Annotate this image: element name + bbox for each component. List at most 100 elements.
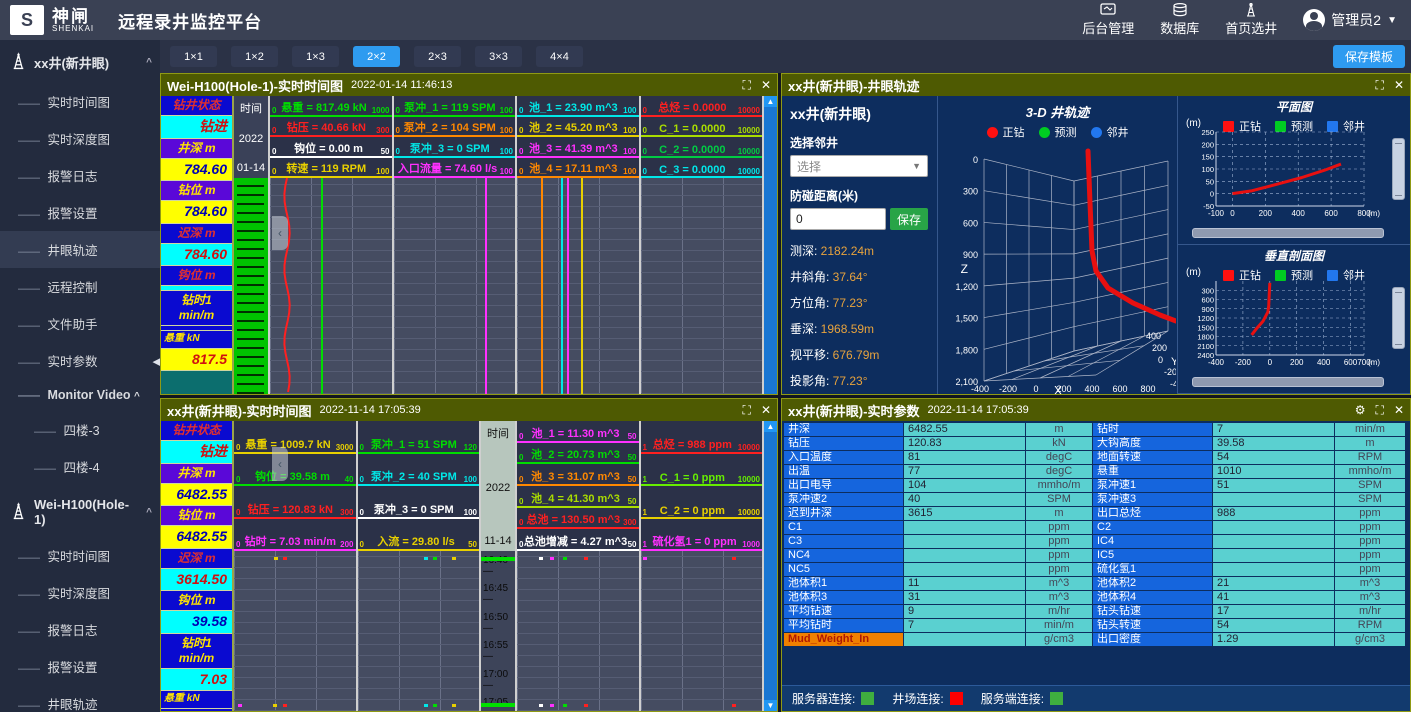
trajectory-info-row: 投影角: 77.23° <box>790 372 929 389</box>
plan-horizontal-scrollbar[interactable] <box>1192 228 1384 238</box>
neighbor-well-select-value: 选择 <box>797 158 821 175</box>
sidebar-item-远程控制[interactable]: —— 远程控制 <box>0 268 160 305</box>
close-icon[interactable]: ✕ <box>1394 78 1404 93</box>
layout-button-2×2[interactable]: 2×2 <box>353 46 400 67</box>
param-value: 41 <box>1213 591 1334 604</box>
sidebar-item-文件助手[interactable]: —— 文件助手 <box>0 305 160 342</box>
settings-gear-icon[interactable]: ⚙ <box>1355 403 1366 418</box>
param-label: 平均钻速 <box>784 605 903 618</box>
scroll-up-icon[interactable]: ▲ <box>764 421 777 432</box>
vert-horizontal-scrollbar[interactable] <box>1192 377 1384 387</box>
table-row: 池体积331m^3池体积441m^3 <box>784 591 1408 604</box>
layout-button-1×1[interactable]: 1×1 <box>170 46 217 67</box>
tree-branch-line: —— <box>18 589 40 601</box>
param-label: 迟到井深 <box>784 507 903 520</box>
svg-text:200: 200 <box>1152 343 1167 353</box>
layout-button-2×3[interactable]: 2×3 <box>414 46 461 67</box>
param-value: 1010 <box>1213 465 1334 478</box>
param-label: C3 <box>784 535 903 548</box>
expand-icon[interactable]: ⛶ <box>743 78 751 93</box>
layout-button-3×3[interactable]: 3×3 <box>475 46 522 67</box>
derrick-icon <box>10 502 27 523</box>
expand-icon[interactable]: ⛶ <box>743 403 751 418</box>
vertical-scrollbar[interactable]: ▲▼ <box>764 421 777 711</box>
nav-well-select[interactable]: 首页选井 <box>1225 3 1277 37</box>
param-value <box>904 549 1025 562</box>
sidebar-item-报警日志[interactable]: —— 报警日志 <box>0 157 160 194</box>
curve-scale-max: 10000 <box>738 475 760 484</box>
param-unit: m/hr <box>1026 605 1092 618</box>
curve-scale-max: 40 <box>345 475 354 484</box>
panel-title-bar: xx井(新井眼)-井眼轨迹 ⛶✕ <box>782 74 1410 96</box>
svg-text:900: 900 <box>1201 305 1214 314</box>
param-label: 池体积1 <box>784 577 903 590</box>
curve-header-row: 0池_1 = 23.90 m^3100 <box>517 96 639 117</box>
time-column: 时间202201-14 <box>234 96 270 394</box>
track-collapse-handle[interactable]: ‹ <box>272 447 288 481</box>
sidebar-item-实时时间图[interactable]: —— 实时时间图 <box>0 537 160 574</box>
scroll-down-icon[interactable]: ▼ <box>764 700 777 711</box>
param-label: 出口总烃 <box>1093 507 1212 520</box>
param-label: IC5 <box>1093 549 1212 562</box>
curve-line <box>541 178 543 394</box>
layout-button-1×2[interactable]: 1×2 <box>231 46 278 67</box>
param-label: 出口密度 <box>1093 633 1212 646</box>
curve-line <box>567 178 569 394</box>
anticollision-distance-input[interactable] <box>790 208 886 230</box>
sidebar-root-1[interactable]: Wei-H100(Hole-1)^ <box>0 485 160 537</box>
close-icon[interactable]: ✕ <box>1394 403 1404 418</box>
nav-database[interactable]: 数据库 <box>1160 3 1199 37</box>
param-unit: ppm <box>1335 521 1405 534</box>
curve-label: 池_4 = 41.30 m^3 <box>523 490 627 506</box>
user-menu[interactable]: 管理员2 ▼ <box>1303 9 1397 31</box>
sidebar-item-井眼轨迹[interactable]: —— 井眼轨迹 <box>0 685 160 712</box>
data-dot <box>550 704 554 707</box>
sidebar-item-报警设置[interactable]: —— 报警设置 <box>0 648 160 685</box>
track-collapse-handle[interactable]: ‹ <box>272 216 288 250</box>
expand-icon[interactable]: ⛶ <box>1376 78 1384 93</box>
sidebar-root-label: xx井(新井眼) <box>34 53 109 72</box>
param-value: 77 <box>904 465 1025 478</box>
sidebar-item-实时参数[interactable]: —— 实时参数 <box>0 342 160 379</box>
param-unit: degC <box>1026 465 1092 478</box>
table-row: 池体积111m^3池体积221m^3 <box>784 577 1408 590</box>
realtime-param-table: 井深6482.55m钻时7min/m钻压120.83kN大钩高度39.58m入口… <box>784 423 1408 647</box>
save-template-button[interactable]: 保存模板 <box>1333 45 1405 68</box>
sidebar-root-label: Wei-H100(Hole-1) <box>34 497 139 527</box>
table-row: 钻压120.83kN大钩高度39.58m <box>784 437 1408 450</box>
param-value: 7 <box>904 619 1025 632</box>
sidebar-item-实时时间图[interactable]: —— 实时时间图 <box>0 83 160 120</box>
3d-chart-title: 3-D 井轨迹 <box>938 96 1177 121</box>
scroll-up-icon[interactable]: ▲ <box>764 96 777 107</box>
sidebar-item-井眼轨迹[interactable]: —— 井眼轨迹 <box>0 231 160 268</box>
sidebar-collapse-arrow-icon[interactable]: ◀ <box>153 355 160 368</box>
tree-branch-line: —— <box>18 172 40 184</box>
layout-button-1×3[interactable]: 1×3 <box>292 46 339 67</box>
curve-track-1: 0泵冲_1 = 119 SPM1000泵冲_2 = 104 SPM1000泵冲_… <box>394 96 518 394</box>
sidebar-item-报警日志[interactable]: —— 报警日志 <box>0 611 160 648</box>
vert-vertical-slider[interactable] <box>1392 287 1405 349</box>
svg-text:400: 400 <box>1084 384 1099 394</box>
status-label: 服务器连接: <box>792 690 855 707</box>
expand-icon[interactable]: ⛶ <box>1376 403 1384 418</box>
param-label: 泵冲速3 <box>1093 493 1212 506</box>
table-row: 井深6482.55m钻时7min/m <box>784 423 1408 436</box>
sidebar-item-实时深度图[interactable]: —— 实时深度图 <box>0 574 160 611</box>
sidebar-item-四楼-4[interactable]: —— 四楼-4 <box>0 448 160 485</box>
save-distance-button[interactable]: 保存 <box>890 208 928 230</box>
vertical-scrollbar[interactable]: ▲ <box>764 96 777 394</box>
sidebar-item-报警设置[interactable]: —— 报警设置 <box>0 194 160 231</box>
curve-label: C_1 = 0 ppm <box>647 472 738 484</box>
close-icon[interactable]: ✕ <box>761 78 771 93</box>
curve-scale-max: 50 <box>381 147 390 156</box>
plan-vertical-slider[interactable] <box>1392 138 1405 200</box>
neighbor-well-select[interactable]: 选择 ▼ <box>790 155 928 177</box>
sidebar-item-实时深度图[interactable]: —— 实时深度图 <box>0 120 160 157</box>
layout-button-4×4[interactable]: 4×4 <box>536 46 583 67</box>
close-icon[interactable]: ✕ <box>761 403 771 418</box>
nav-backend-admin[interactable]: 后台管理 <box>1082 3 1134 37</box>
chevron-down-icon: ▼ <box>1387 15 1397 26</box>
sidebar-item-monitor-video[interactable]: —— Monitor Video ^ <box>0 379 160 411</box>
sidebar-root-0[interactable]: xx井(新井眼)^ <box>0 40 160 83</box>
sidebar-item-四楼-3[interactable]: —— 四楼-3 <box>0 411 160 448</box>
